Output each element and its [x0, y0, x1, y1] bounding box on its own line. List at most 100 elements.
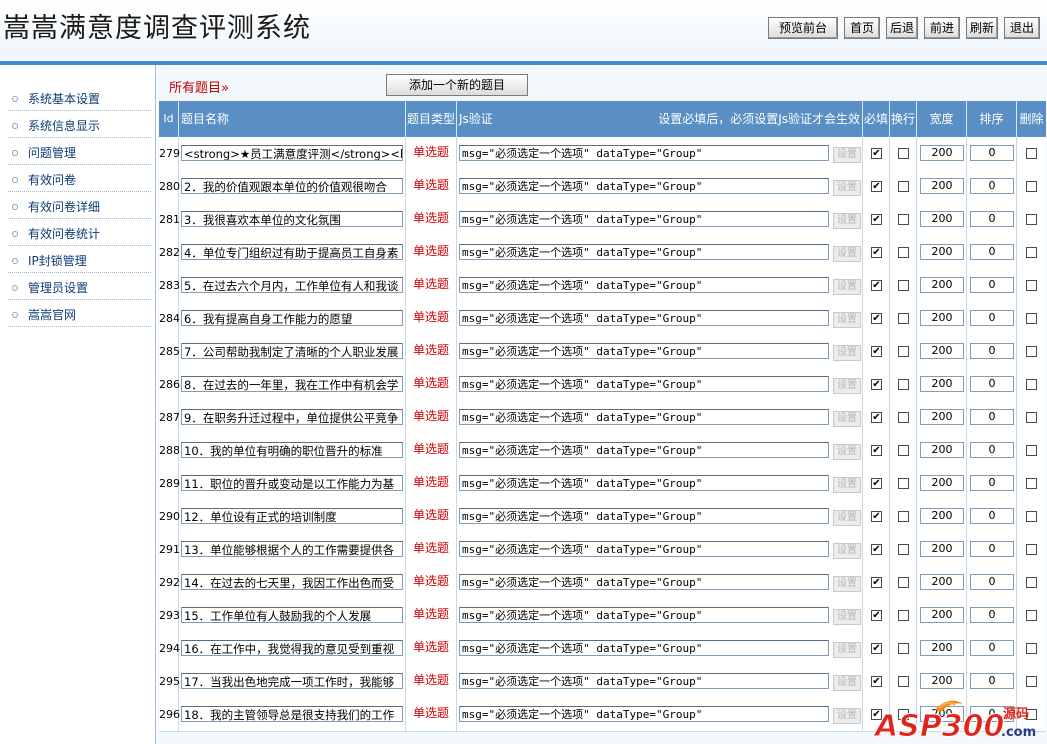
forward-button[interactable]: 前进 — [924, 17, 960, 39]
order-input[interactable]: 0 — [970, 607, 1014, 623]
wrap-checkbox[interactable] — [898, 346, 909, 357]
question-title-input[interactable]: 16．在工作中，我觉得我的意见受到重视 — [181, 640, 403, 656]
delete-checkbox[interactable] — [1026, 214, 1037, 225]
width-input[interactable]: 200 — [920, 640, 964, 656]
wrap-checkbox[interactable] — [898, 511, 909, 522]
delete-checkbox[interactable] — [1026, 148, 1037, 159]
order-input[interactable]: 0 — [970, 475, 1014, 491]
required-checkbox[interactable]: ✔ — [871, 676, 882, 687]
js-validation-input[interactable]: msg="必须选定一个选项" dataType="Group" — [459, 376, 829, 392]
question-title-input[interactable]: 15．工作单位有人鼓励我的个人发展 — [181, 607, 403, 623]
delete-checkbox[interactable] — [1026, 280, 1037, 291]
delete-checkbox[interactable] — [1026, 379, 1037, 390]
delete-checkbox[interactable] — [1026, 478, 1037, 489]
js-validation-input[interactable]: msg="必须选定一个选项" dataType="Group" — [459, 442, 829, 458]
required-checkbox[interactable]: ✔ — [871, 445, 882, 456]
width-input[interactable]: 200 — [920, 409, 964, 425]
question-title-input[interactable]: 9．在职务升迁过程中，单位提供公平竞争 — [181, 409, 403, 425]
js-validation-input[interactable]: msg="必须选定一个选项" dataType="Group" — [459, 607, 829, 623]
wrap-checkbox[interactable] — [898, 676, 909, 687]
wrap-checkbox[interactable] — [898, 445, 909, 456]
question-type-link[interactable]: 单选题 — [406, 236, 456, 266]
question-title-input[interactable]: 4．单位专门组织过有助于提高员工自身素 — [181, 244, 403, 260]
question-type-link[interactable]: 单选题 — [406, 368, 456, 398]
question-type-link[interactable]: 单选题 — [406, 137, 456, 167]
width-input[interactable]: 200 — [920, 211, 964, 227]
required-checkbox[interactable]: ✔ — [871, 346, 882, 357]
js-validation-input[interactable]: msg="必须选定一个选项" dataType="Group" — [459, 145, 829, 161]
js-validation-input[interactable]: msg="必须选定一个选项" dataType="Group" — [459, 277, 829, 293]
nav-official-site[interactable]: 嵩嵩官网 — [12, 305, 76, 325]
add-question-button[interactable]: 添加一个新的题目 — [386, 74, 528, 96]
wrap-checkbox[interactable] — [898, 544, 909, 555]
question-title-input[interactable]: 6．我有提高自身工作能力的愿望 — [181, 310, 403, 326]
order-input[interactable]: 0 — [970, 343, 1014, 359]
question-title-input[interactable]: 5．在过去六个月内，工作单位有人和我谈 — [181, 277, 403, 293]
width-input[interactable]: 200 — [920, 442, 964, 458]
wrap-checkbox[interactable] — [898, 610, 909, 621]
question-type-link[interactable]: 单选题 — [406, 467, 456, 497]
preview-frontend-button[interactable]: 预览前台 — [768, 17, 838, 39]
js-validation-input[interactable]: msg="必须选定一个选项" dataType="Group" — [459, 640, 829, 656]
question-title-input[interactable]: 3．我很喜欢本单位的文化氛围 — [181, 211, 403, 227]
order-input[interactable]: 0 — [970, 640, 1014, 656]
js-validation-input[interactable]: msg="必须选定一个选项" dataType="Group" — [459, 673, 829, 689]
order-input[interactable]: 0 — [970, 145, 1014, 161]
required-checkbox[interactable]: ✔ — [871, 181, 882, 192]
js-validation-input[interactable]: msg="必须选定一个选项" dataType="Group" — [459, 211, 829, 227]
delete-checkbox[interactable] — [1026, 676, 1037, 687]
question-title-input[interactable]: 17．当我出色地完成一项工作时，我能够 — [181, 673, 403, 689]
js-validation-input[interactable]: msg="必须选定一个选项" dataType="Group" — [459, 508, 829, 524]
width-input[interactable]: 200 — [920, 475, 964, 491]
wrap-checkbox[interactable] — [898, 577, 909, 588]
width-input[interactable]: 200 — [920, 607, 964, 623]
order-input[interactable]: 0 — [970, 310, 1014, 326]
question-title-input[interactable]: 13．单位能够根据个人的工作需要提供各 — [181, 541, 403, 557]
js-validation-input[interactable]: msg="必须选定一个选项" dataType="Group" — [459, 706, 829, 722]
delete-checkbox[interactable] — [1026, 544, 1037, 555]
required-checkbox[interactable]: ✔ — [871, 280, 882, 291]
delete-checkbox[interactable] — [1026, 577, 1037, 588]
question-type-link[interactable]: 单选题 — [406, 599, 456, 629]
width-input[interactable]: 200 — [920, 277, 964, 293]
question-type-link[interactable]: 单选题 — [406, 665, 456, 695]
width-input[interactable]: 200 — [920, 145, 964, 161]
back-button[interactable]: 后退 — [886, 17, 918, 39]
delete-checkbox[interactable] — [1026, 313, 1037, 324]
nav-valid-surveys[interactable]: 有效问卷 — [12, 170, 76, 190]
required-checkbox[interactable]: ✔ — [871, 412, 882, 423]
nav-system-info[interactable]: 系统信息显示 — [12, 116, 100, 136]
order-input[interactable]: 0 — [970, 508, 1014, 524]
question-type-link[interactable]: 单选题 — [406, 335, 456, 365]
wrap-checkbox[interactable] — [898, 181, 909, 192]
order-input[interactable]: 0 — [970, 541, 1014, 557]
delete-checkbox[interactable] — [1026, 247, 1037, 258]
wrap-checkbox[interactable] — [898, 214, 909, 225]
order-input[interactable]: 0 — [970, 376, 1014, 392]
nav-valid-survey-details[interactable]: 有效问卷详细 — [12, 197, 100, 217]
question-title-input[interactable]: 12．单位设有正式的培训制度 — [181, 508, 403, 524]
question-type-link[interactable]: 单选题 — [406, 269, 456, 299]
delete-checkbox[interactable] — [1026, 511, 1037, 522]
required-checkbox[interactable]: ✔ — [871, 247, 882, 258]
width-input[interactable]: 200 — [920, 673, 964, 689]
question-title-input[interactable]: 2．我的价值观跟本单位的价值观很吻合 — [181, 178, 403, 194]
width-input[interactable]: 200 — [920, 310, 964, 326]
question-title-input[interactable]: 18．我的主管领导总是很支持我们的工作 — [181, 706, 403, 722]
order-input[interactable]: 0 — [970, 442, 1014, 458]
required-checkbox[interactable]: ✔ — [871, 148, 882, 159]
question-type-link[interactable]: 单选题 — [406, 632, 456, 662]
wrap-checkbox[interactable] — [898, 280, 909, 291]
js-validation-input[interactable]: msg="必须选定一个选项" dataType="Group" — [459, 475, 829, 491]
order-input[interactable]: 0 — [970, 574, 1014, 590]
required-checkbox[interactable]: ✔ — [871, 610, 882, 621]
wrap-checkbox[interactable] — [898, 478, 909, 489]
width-input[interactable]: 200 — [920, 508, 964, 524]
width-input[interactable]: 200 — [920, 541, 964, 557]
width-input[interactable]: 200 — [920, 343, 964, 359]
width-input[interactable]: 200 — [920, 376, 964, 392]
wrap-checkbox[interactable] — [898, 313, 909, 324]
question-title-input[interactable]: 10．我的单位有明确的职位晋升的标准 — [181, 442, 403, 458]
nav-question-management[interactable]: 问题管理 — [12, 143, 76, 163]
delete-checkbox[interactable] — [1026, 412, 1037, 423]
